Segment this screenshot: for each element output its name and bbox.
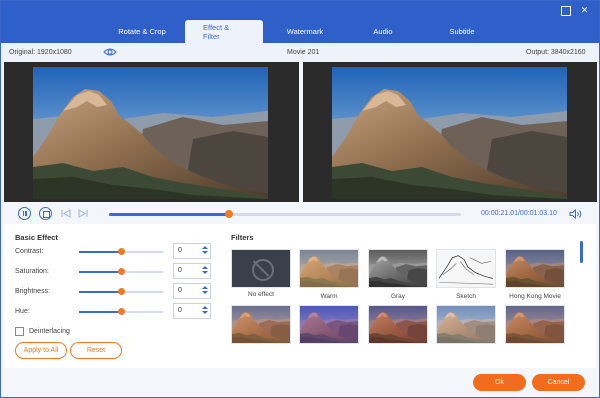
cancel-button[interactable]: Cancel — [532, 374, 585, 391]
contrast-slider[interactable] — [79, 248, 163, 255]
filter-warm[interactable]: Warm — [299, 249, 359, 300]
filter-preview — [436, 305, 496, 344]
stepper-arrows-icon[interactable] — [202, 266, 208, 276]
saturation-slider-fill — [79, 271, 121, 273]
pause-icon[interactable] — [18, 207, 31, 220]
filter-thumbnail[interactable] — [231, 305, 291, 349]
filter-thumbnail[interactable] — [368, 305, 428, 349]
tab-rotate-crop[interactable]: Rotate & Crop — [99, 20, 185, 43]
stepper-arrows-icon[interactable] — [202, 246, 208, 256]
filter-label: Hong Kong Movie — [509, 293, 561, 300]
output-preview — [303, 62, 597, 202]
deinterlacing-checkbox[interactable] — [15, 327, 24, 336]
filter-sketch[interactable]: Sketch — [436, 249, 496, 300]
brightness-slider[interactable] — [79, 288, 163, 295]
stepper-arrows-icon[interactable] — [202, 286, 208, 296]
saturation-label: Saturation: — [15, 268, 49, 275]
saturation-row: Saturation: 0 — [15, 263, 215, 281]
tab-effect-filter[interactable]: Effect & Filter — [185, 20, 263, 43]
filter-preview — [231, 305, 291, 344]
saturation-stepper[interactable]: 0 — [173, 263, 211, 279]
filter-thumbnail[interactable] — [505, 305, 565, 349]
filter-no-effect[interactable]: No effect — [231, 249, 291, 298]
hong-kong-movie-thumbnail — [505, 249, 565, 288]
no-effect-icon — [231, 249, 291, 288]
saturation-value: 0 — [178, 267, 182, 274]
playback-bar: 00:00:21.01/00:01:03.10 — [1, 204, 599, 224]
tab-watermark[interactable]: Watermark — [263, 20, 347, 43]
contrast-stepper[interactable]: 0 — [173, 243, 211, 259]
video-editor-window: Rotate & Crop Effect & Filter Watermark … — [0, 0, 600, 398]
brightness-slider-fill — [79, 291, 121, 293]
filter-hong-kong-movie[interactable]: Hong Kong Movie — [505, 249, 565, 300]
sketch-thumbnail — [436, 249, 496, 288]
original-resolution: Original: 1920x1080 — [9, 49, 72, 56]
filter-label: Sketch — [456, 293, 476, 300]
contrast-slider-fill — [79, 251, 121, 253]
saturation-slider[interactable] — [79, 268, 163, 275]
info-bar: Original: 1920x1080 Movie 201 Output: 38… — [1, 43, 599, 62]
effect-panel: Basic Effect Contrast: 0 Saturation: 0 B… — [4, 224, 596, 368]
contrast-label: Contrast: — [15, 248, 44, 255]
tab-subtitle[interactable]: Subtitle — [419, 20, 505, 43]
total-time: /00:01:03.10 — [517, 210, 557, 217]
filter-gray[interactable]: Gray — [368, 249, 428, 300]
filter-thumbnail[interactable] — [299, 305, 359, 349]
tab-audio[interactable]: Audio — [347, 20, 419, 43]
video-title: Movie 201 — [287, 49, 320, 56]
volume-icon[interactable] — [569, 209, 582, 219]
filter-thumbnail[interactable] — [436, 305, 496, 349]
playback-progress-fill — [109, 213, 229, 216]
filter-preview — [368, 305, 428, 344]
next-frame-icon[interactable] — [78, 209, 88, 218]
hue-stepper[interactable]: 0 — [173, 303, 211, 319]
current-time: 00:00:21.01 — [481, 210, 518, 217]
brightness-value: 0 — [178, 287, 182, 294]
filters-title: Filters — [231, 233, 254, 242]
brightness-stepper[interactable]: 0 — [173, 283, 211, 299]
output-resolution: Output: 3840x2160 — [526, 49, 586, 56]
original-preview — [4, 62, 299, 202]
filter-label: Gray — [390, 293, 406, 300]
gray-thumbnail — [368, 249, 428, 288]
output-video-frame — [332, 67, 567, 199]
tab-list: Rotate & Crop Effect & Filter Watermark … — [99, 20, 505, 43]
contrast-slider-handle[interactable] — [117, 248, 125, 255]
time-display: 00:00:21.01/00:01:03.10 — [481, 210, 557, 217]
apply-to-all-button[interactable]: Apply to All — [15, 342, 67, 359]
contrast-value: 0 — [178, 247, 182, 254]
ok-button[interactable]: Ok — [473, 374, 526, 391]
hue-slider-fill — [79, 311, 121, 313]
hue-row: Hue: 0 — [15, 303, 215, 321]
playback-progress-slider[interactable] — [109, 210, 461, 218]
eye-icon[interactable] — [103, 47, 117, 57]
hue-slider-handle[interactable] — [117, 308, 125, 315]
basic-effect-title: Basic Effect — [15, 233, 58, 242]
filter-label: Warm — [320, 293, 338, 300]
reset-button[interactable]: Reset — [70, 342, 122, 359]
filter-preview — [299, 305, 359, 344]
filters-scrollbar[interactable] — [580, 241, 583, 263]
brightness-label: Brightness: — [15, 288, 51, 295]
deinterlacing-label: Deinterlacing — [29, 328, 70, 335]
hue-slider[interactable] — [79, 308, 163, 315]
brightness-slider-handle[interactable] — [117, 288, 125, 295]
minimize-icon[interactable] — [560, 5, 571, 16]
previous-frame-icon[interactable] — [61, 209, 71, 218]
playback-progress-handle[interactable] — [224, 210, 233, 218]
warm-thumbnail — [299, 249, 359, 288]
close-icon[interactable]: ✕ — [579, 5, 590, 16]
contrast-row: Contrast: 0 — [15, 243, 215, 261]
stop-icon[interactable] — [39, 207, 52, 220]
brightness-row: Brightness: 0 — [15, 283, 215, 301]
filter-label: No effect — [248, 291, 274, 298]
filter-preview — [505, 305, 565, 344]
saturation-slider-handle[interactable] — [117, 268, 125, 275]
original-video-frame — [33, 67, 268, 199]
hue-label: Hue: — [15, 308, 30, 315]
stepper-arrows-icon[interactable] — [202, 306, 208, 316]
tab-bar: Rotate & Crop Effect & Filter Watermark … — [1, 1, 599, 43]
hue-value: 0 — [178, 307, 182, 314]
